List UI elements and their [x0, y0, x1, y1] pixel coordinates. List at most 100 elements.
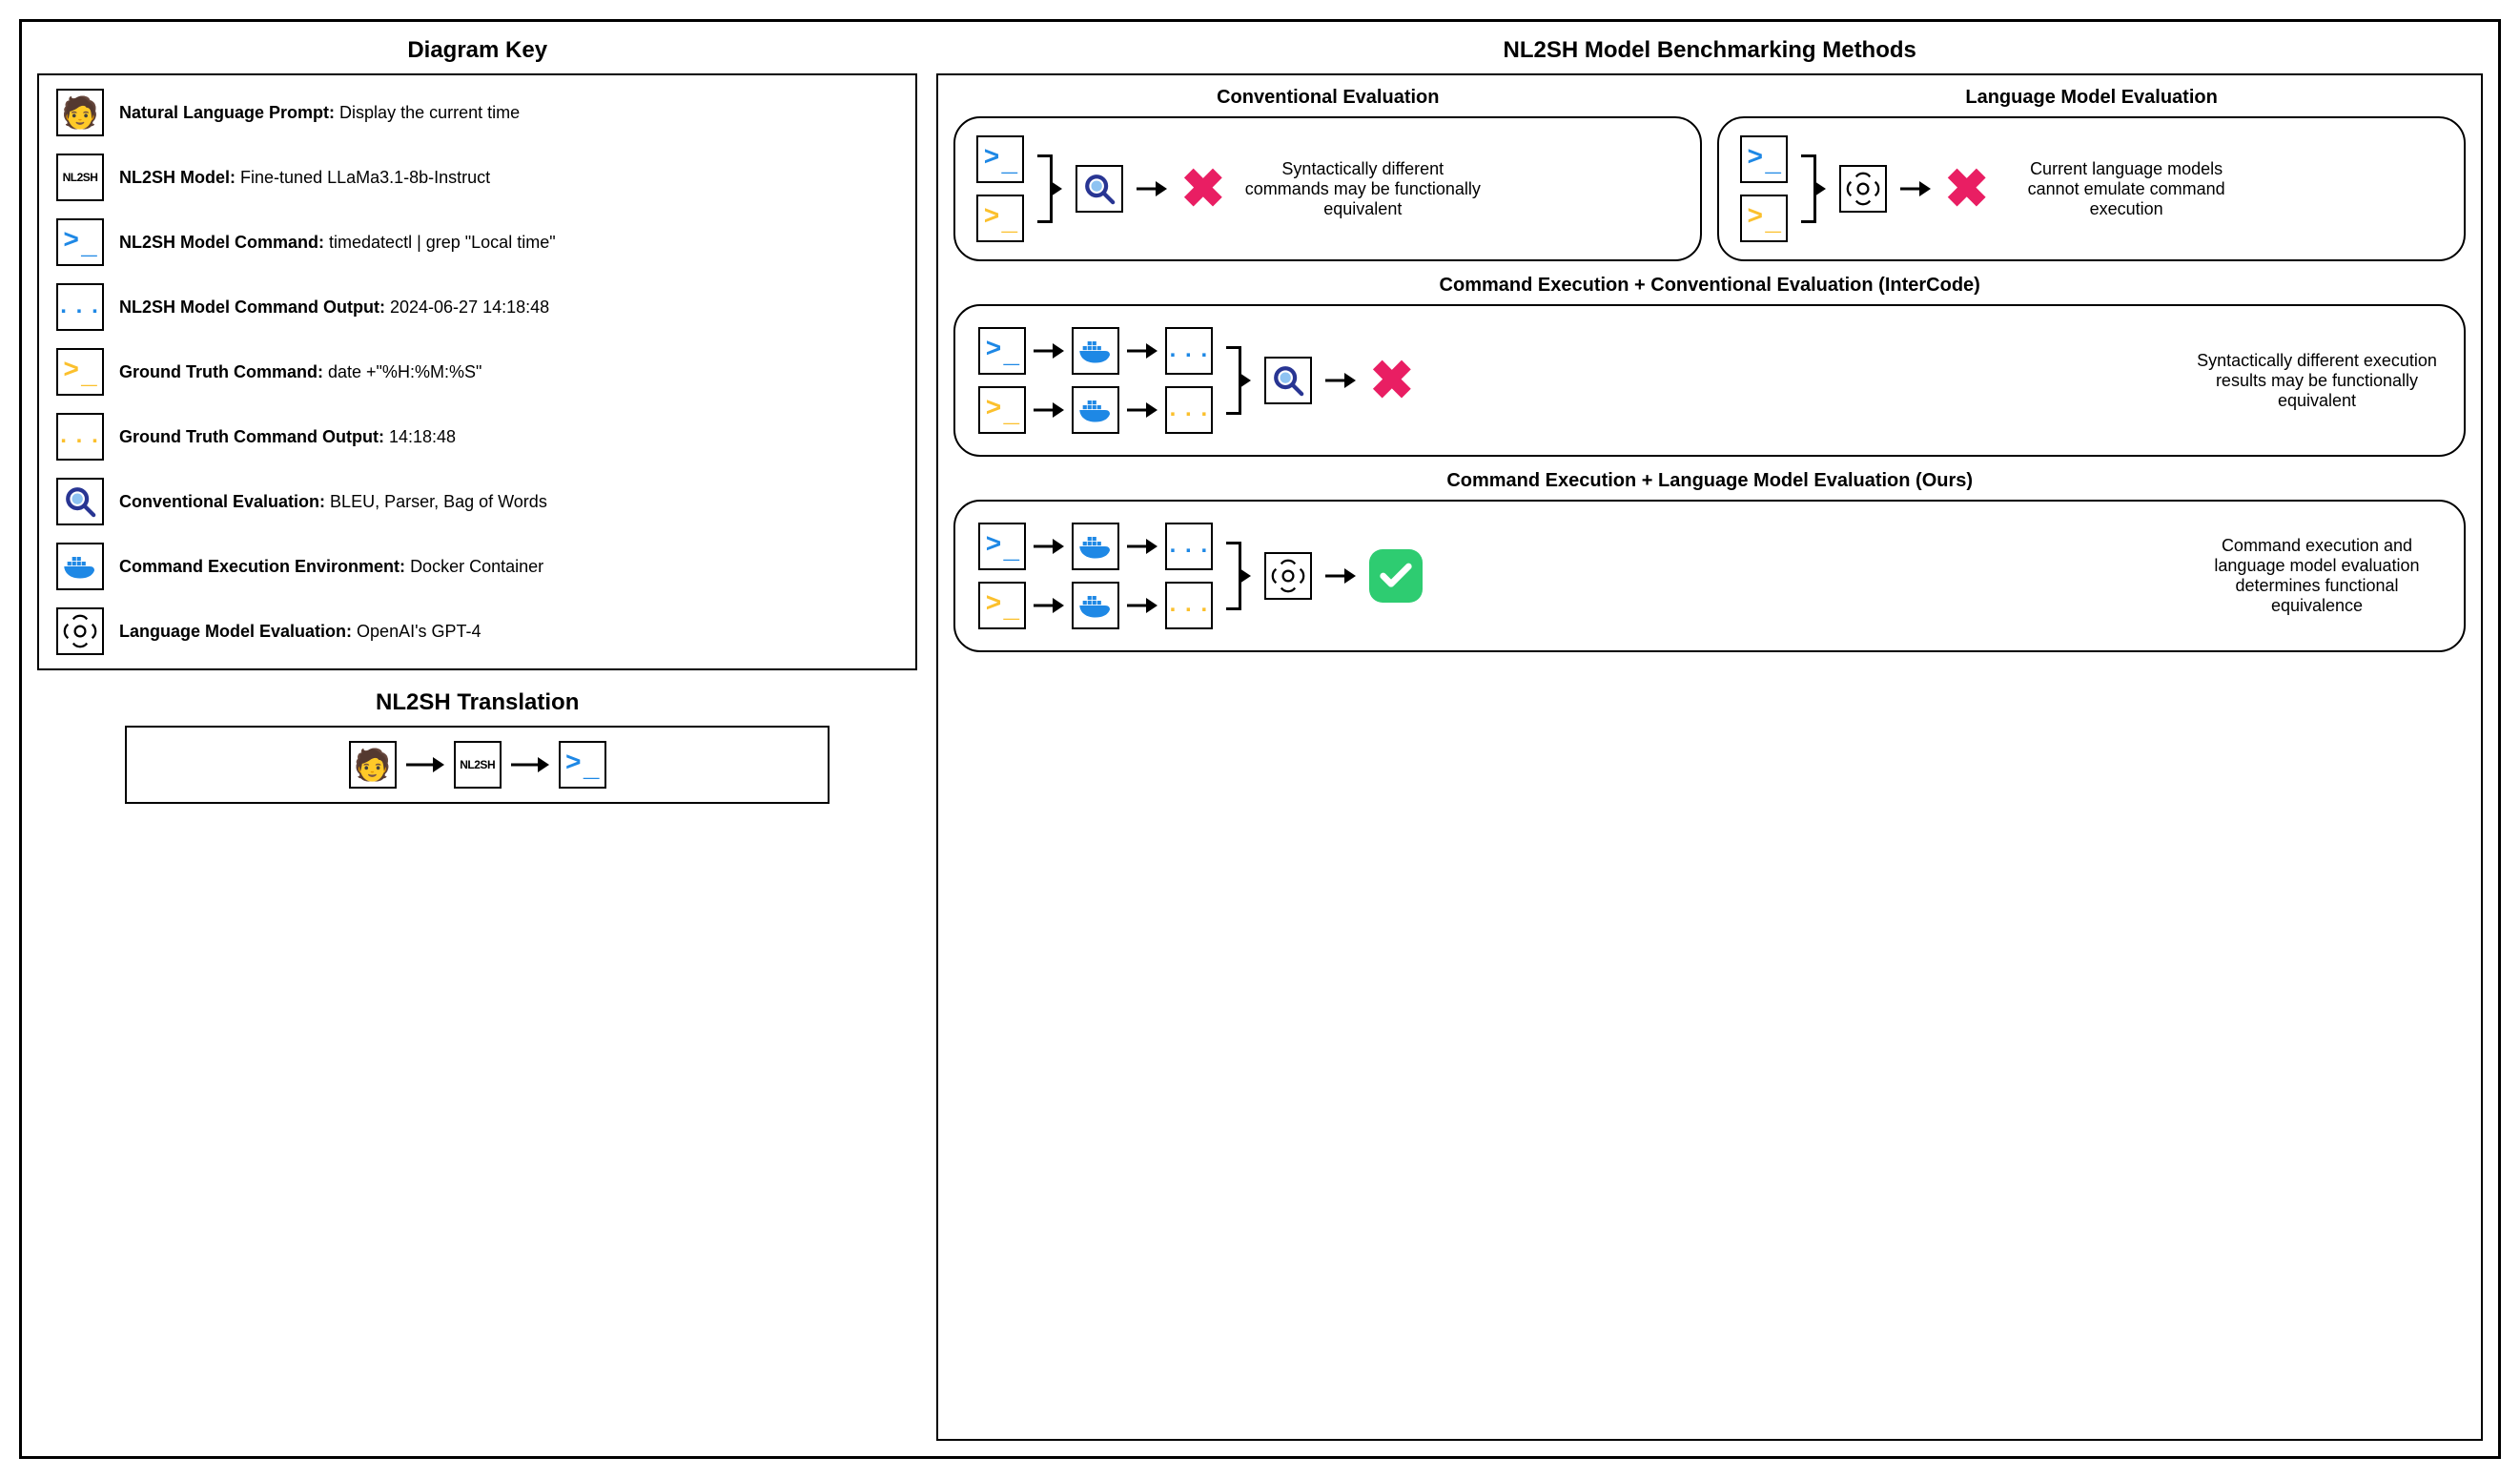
prompt-blue-icon: >_ — [1740, 135, 1788, 183]
docker-icon — [1072, 523, 1119, 570]
nl2sh-badge-icon: NL2SH — [56, 154, 104, 201]
merge-bracket — [1226, 327, 1251, 434]
conventional-title: Conventional Evaluation — [953, 87, 1702, 109]
key-row-conventional: Conventional Evaluation: BLEU, Parser, B… — [56, 478, 898, 525]
prompt-yellow-icon: >_ — [1740, 195, 1788, 242]
diagram-key-section: Diagram Key 🧑 Natural Language Prompt: D… — [37, 37, 917, 670]
lm-title: Language Model Evaluation — [1717, 87, 2466, 109]
magnifier-icon — [1076, 165, 1123, 213]
conventional-eval-block: Conventional Evaluation >_ >_ ✖ Syntacti… — [953, 87, 1702, 261]
prompt-yellow-icon: >_ — [976, 195, 1024, 242]
exec-lm-title: Command Execution + Language Model Evalu… — [953, 470, 2466, 492]
exec-lm-result: Command execution and language model eva… — [2193, 536, 2441, 616]
check-success-icon — [1369, 549, 1423, 603]
key-text: Command Execution Environment: Docker Co… — [119, 557, 543, 577]
diagram-key-title: Diagram Key — [37, 37, 917, 64]
lm-result: Current language models cannot emulate c… — [2002, 159, 2250, 219]
methods-box: Conventional Evaluation >_ >_ ✖ Syntacti… — [936, 73, 2483, 1441]
diagram-frame: Diagram Key 🧑 Natural Language Prompt: D… — [19, 19, 2501, 1459]
dots-blue-icon: ... — [56, 283, 104, 331]
arrow-icon — [1127, 400, 1158, 420]
person-icon: 🧑 — [56, 89, 104, 136]
key-text: NL2SH Model Command Output: 2024-06-27 1… — [119, 298, 549, 318]
methods-title: NL2SH Model Benchmarking Methods — [936, 37, 2483, 64]
arrow-icon — [1127, 596, 1158, 615]
key-row-gt-command: >_ Ground Truth Command: date +"%H:%M:%S… — [56, 348, 898, 396]
merge-bracket — [1226, 523, 1251, 629]
right-column: NL2SH Model Benchmarking Methods Convent… — [936, 37, 2483, 1441]
key-text: Natural Language Prompt: Display the cur… — [119, 103, 520, 123]
key-row-prompt: 🧑 Natural Language Prompt: Display the c… — [56, 89, 898, 136]
magnifier-icon — [1264, 357, 1312, 404]
docker-icon — [1072, 327, 1119, 375]
exec-pair: >_ ... >_ ... — [978, 327, 1213, 434]
arrow-icon — [1034, 400, 1064, 420]
prompt-yellow-icon: >_ — [56, 348, 104, 396]
key-row-model-command: >_ NL2SH Model Command: timedatectl | gr… — [56, 218, 898, 266]
arrow-icon — [1127, 537, 1158, 556]
docker-icon — [56, 543, 104, 590]
prompt-blue-icon: >_ — [978, 327, 1026, 375]
flow-yellow: >_ ... — [978, 582, 1213, 629]
nl2sh-badge-icon: NL2SH — [454, 741, 502, 789]
flow-blue: >_ ... — [978, 523, 1213, 570]
arrow-icon — [1900, 179, 1931, 198]
key-text: Conventional Evaluation: BLEU, Parser, B… — [119, 492, 547, 512]
arrow-icon — [1137, 179, 1167, 198]
key-text: NL2SH Model Command: timedatectl | grep … — [119, 233, 556, 253]
key-row-docker: Command Execution Environment: Docker Co… — [56, 543, 898, 590]
gpt-icon — [56, 607, 104, 655]
conventional-box: >_ >_ ✖ Syntactically different commands… — [953, 116, 1702, 261]
arrow-icon — [1325, 566, 1356, 585]
key-row-gpt: Language Model Evaluation: OpenAI's GPT-… — [56, 607, 898, 655]
key-text: Ground Truth Command Output: 14:18:48 — [119, 427, 456, 447]
x-fail-icon: ✖ — [1180, 162, 1225, 216]
key-row-gt-output: ... Ground Truth Command Output: 14:18:4… — [56, 413, 898, 461]
prompt-blue-icon: >_ — [559, 741, 606, 789]
prompt-blue-icon: >_ — [56, 218, 104, 266]
flow-yellow: >_ ... — [978, 386, 1213, 434]
dots-yellow-icon: ... — [1165, 582, 1213, 629]
exec-conventional-box: >_ ... >_ ... — [953, 304, 2466, 457]
gpt-icon — [1264, 552, 1312, 600]
exec-conventional-block: Command Execution + Conventional Evaluat… — [953, 275, 2466, 457]
merge-bracket — [1037, 135, 1062, 242]
docker-icon — [1072, 582, 1119, 629]
translation-title: NL2SH Translation — [125, 689, 830, 716]
dots-blue-icon: ... — [1165, 327, 1213, 375]
exec-pair: >_ ... >_ ... — [978, 523, 1213, 629]
x-fail-icon: ✖ — [1369, 354, 1414, 407]
docker-icon — [1072, 386, 1119, 434]
exec-lm-box: >_ ... >_ ... — [953, 500, 2466, 652]
gpt-icon — [1839, 165, 1887, 213]
x-fail-icon: ✖ — [1944, 162, 1989, 216]
lm-eval-block: Language Model Evaluation >_ >_ ✖ Curren… — [1717, 87, 2466, 261]
arrow-icon — [1127, 341, 1158, 360]
input-pair: >_ >_ — [976, 135, 1024, 242]
exec-conventional-title: Command Execution + Conventional Evaluat… — [953, 275, 2466, 297]
magnifier-icon — [56, 478, 104, 525]
translation-box: 🧑 NL2SH >_ — [125, 726, 830, 804]
dots-yellow-icon: ... — [56, 413, 104, 461]
prompt-blue-icon: >_ — [976, 135, 1024, 183]
arrow-icon — [1034, 341, 1064, 360]
conventional-result: Syntactically different commands may be … — [1239, 159, 1486, 219]
person-icon: 🧑 — [349, 741, 397, 789]
key-text: Ground Truth Command: date +"%H:%M:%S" — [119, 362, 481, 382]
flow-blue: >_ ... — [978, 327, 1213, 375]
key-text: NL2SH Model: Fine-tuned LLaMa3.1-8b-Inst… — [119, 168, 490, 188]
translation-flow: 🧑 NL2SH >_ — [144, 741, 810, 789]
left-column: Diagram Key 🧑 Natural Language Prompt: D… — [37, 37, 917, 1441]
translation-section: NL2SH Translation 🧑 NL2SH >_ — [125, 689, 830, 804]
arrow-icon — [511, 755, 549, 774]
prompt-yellow-icon: >_ — [978, 386, 1026, 434]
input-pair: >_ >_ — [1740, 135, 1788, 242]
dots-yellow-icon: ... — [1165, 386, 1213, 434]
lm-box: >_ >_ ✖ Current language models cannot e… — [1717, 116, 2466, 261]
key-row-model: NL2SH NL2SH Model: Fine-tuned LLaMa3.1-8… — [56, 154, 898, 201]
top-methods-row: Conventional Evaluation >_ >_ ✖ Syntacti… — [953, 87, 2466, 261]
dots-blue-icon: ... — [1165, 523, 1213, 570]
arrow-icon — [1325, 371, 1356, 390]
diagram-key-box: 🧑 Natural Language Prompt: Display the c… — [37, 73, 917, 670]
prompt-blue-icon: >_ — [978, 523, 1026, 570]
